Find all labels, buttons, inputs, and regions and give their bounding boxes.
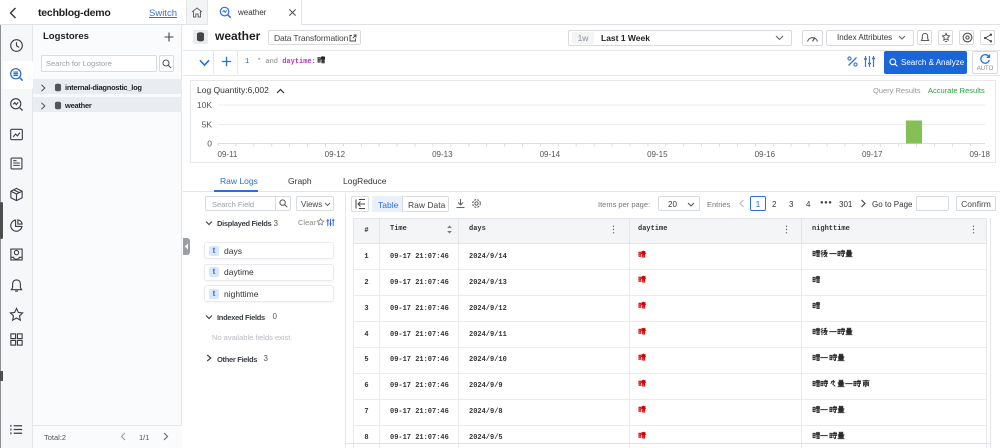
svg-text:09-11: 09-11	[217, 150, 237, 159]
svg-text:09-15: 09-15	[647, 150, 668, 159]
svg-text:09-14: 09-14	[540, 150, 561, 159]
svg-text:0: 0	[207, 139, 212, 149]
svg-text:09-12: 09-12	[325, 150, 346, 159]
svg-text:5K: 5K	[202, 120, 213, 130]
svg-text:09-13: 09-13	[432, 150, 453, 159]
svg-text:09-16: 09-16	[755, 150, 776, 159]
svg-text:09-18: 09-18	[969, 150, 990, 159]
svg-text:09-17: 09-17	[862, 150, 883, 159]
svg-text:10K: 10K	[197, 100, 212, 110]
